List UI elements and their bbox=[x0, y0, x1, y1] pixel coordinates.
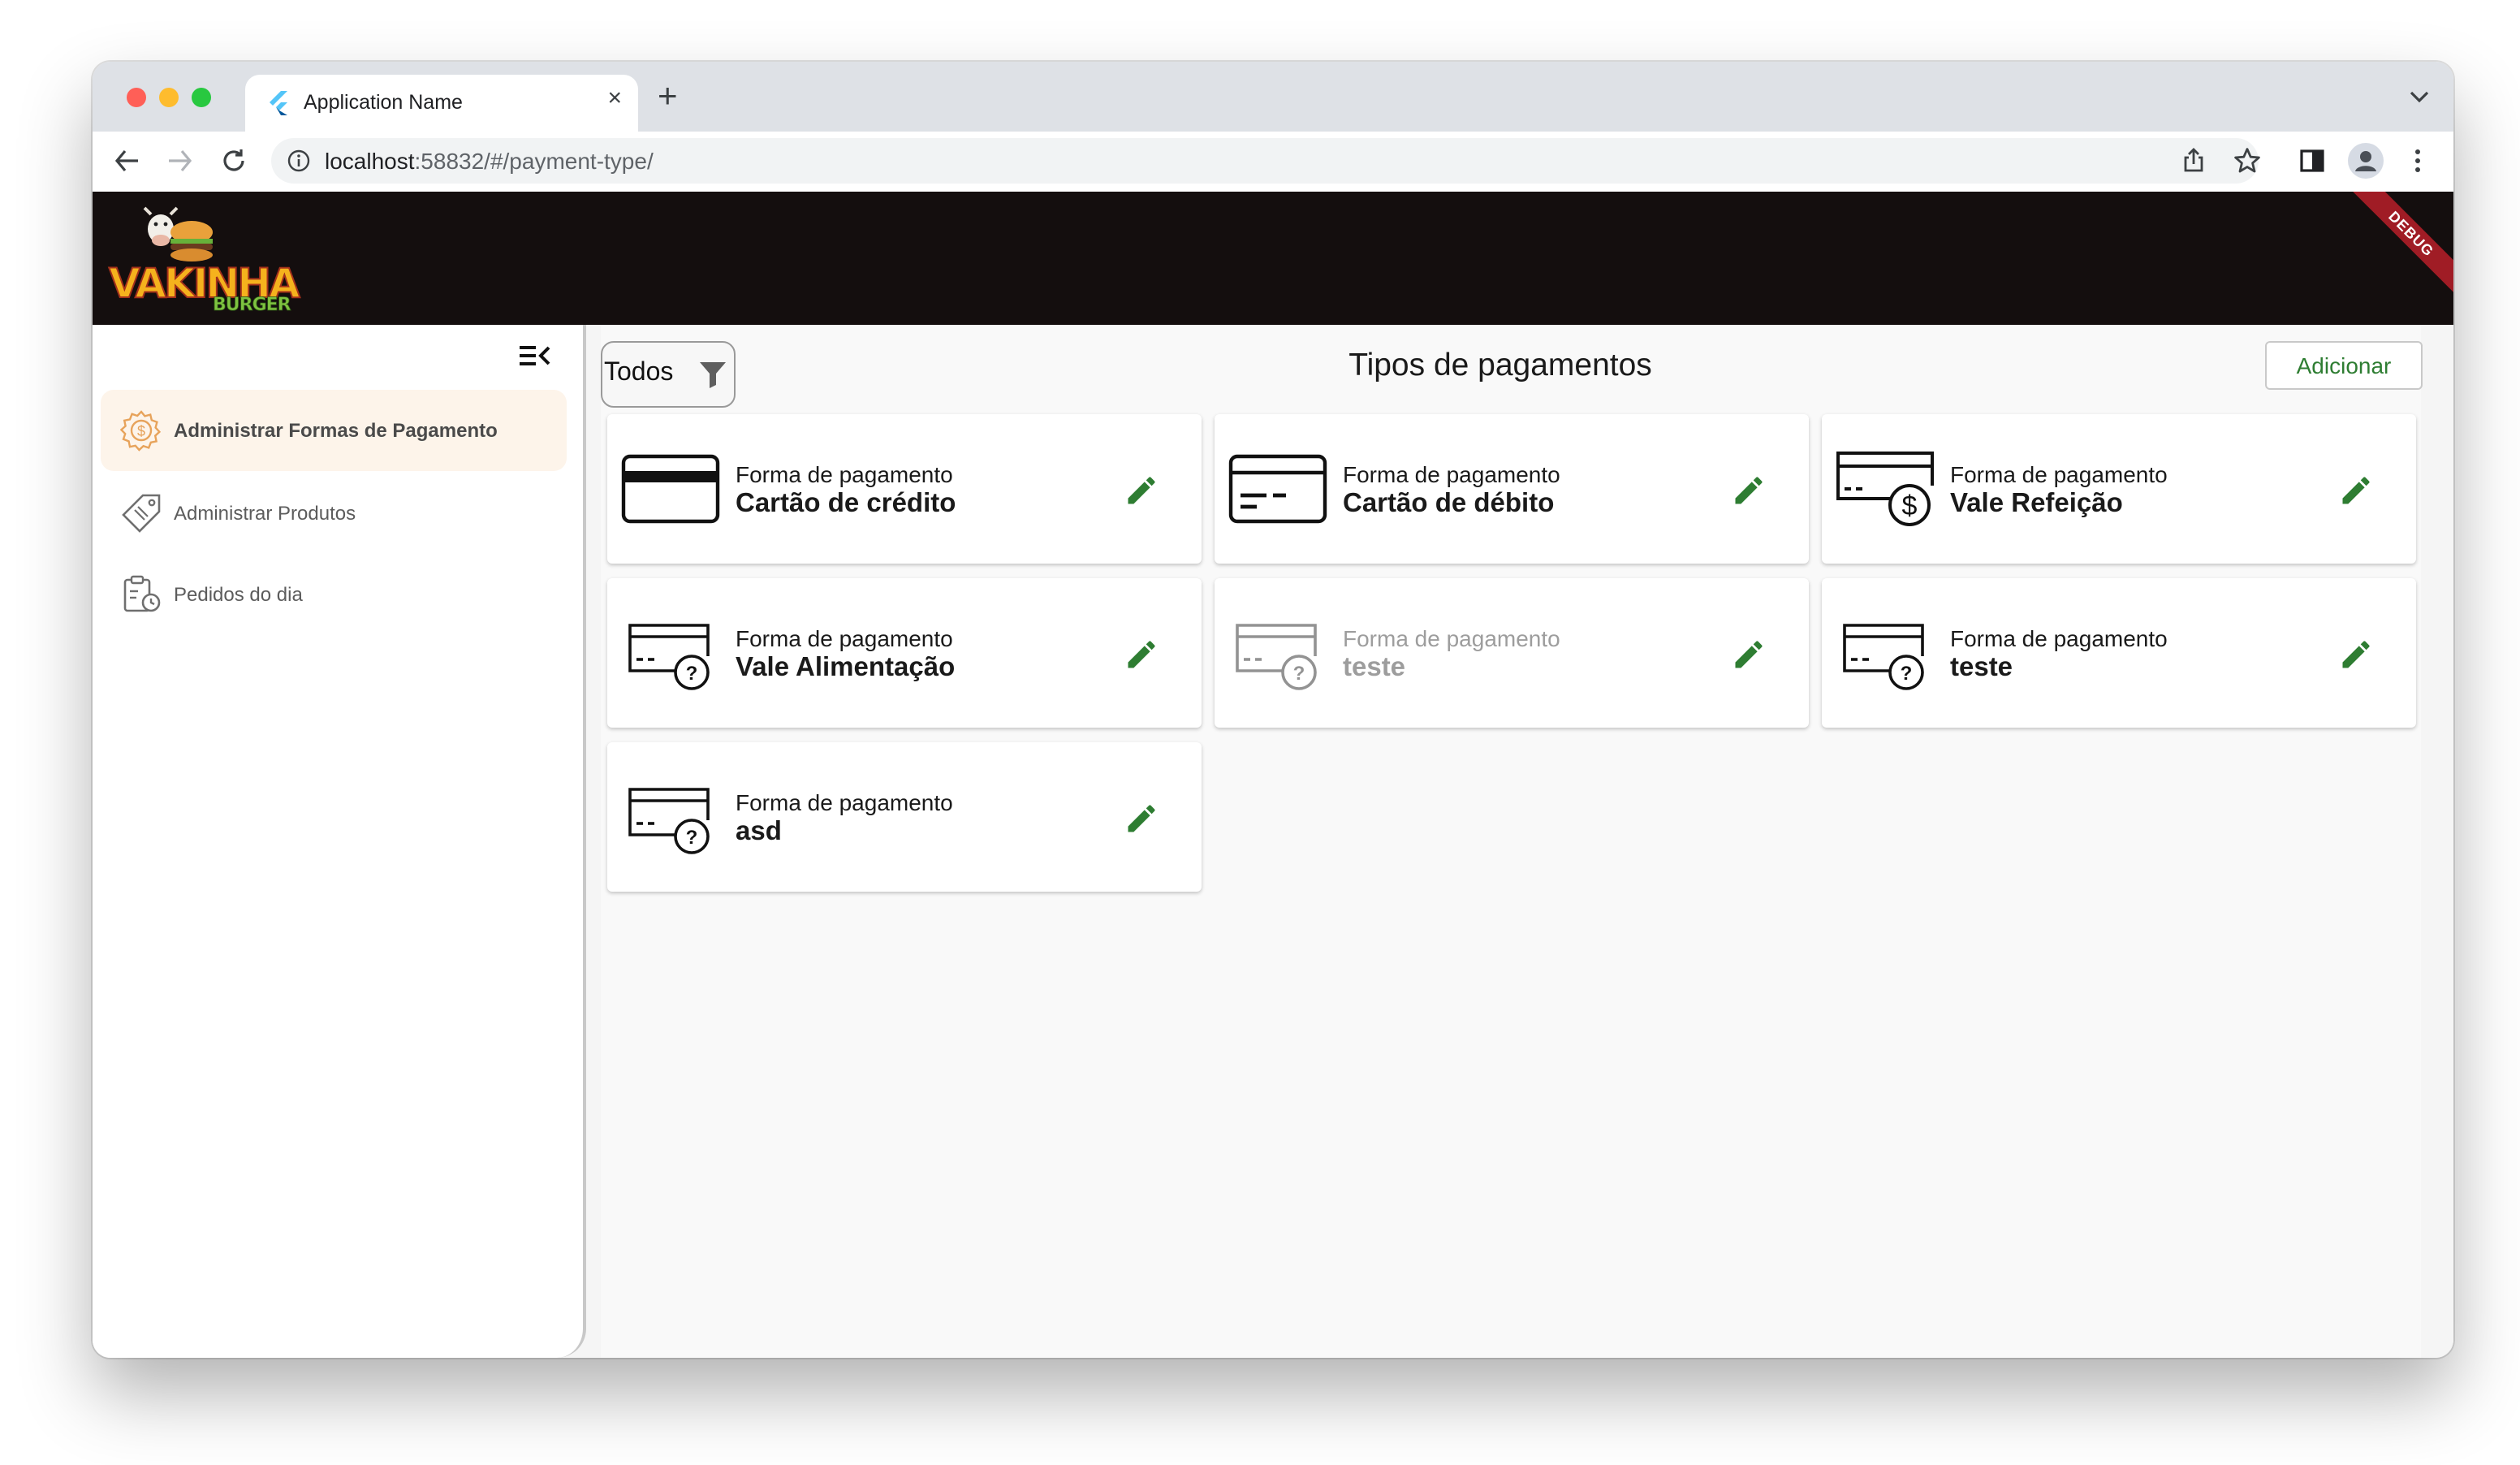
svg-text:?: ? bbox=[1901, 663, 1913, 685]
credit-card-icon bbox=[621, 454, 720, 524]
payment-settings-icon: $ bbox=[120, 410, 162, 452]
edit-pencil-icon[interactable] bbox=[1731, 473, 1767, 508]
url-text: localhost:58832/#/payment-type/ bbox=[325, 148, 654, 174]
vakinha-logo: VAKINHA BURGER bbox=[106, 205, 310, 316]
sidebar-item-produtos[interactable]: Administrar Produtos bbox=[101, 473, 567, 554]
filter-funnel-icon bbox=[700, 362, 726, 388]
reload-icon[interactable] bbox=[219, 146, 248, 175]
debit-card-icon bbox=[1228, 454, 1327, 524]
logo-subtext: BURGER bbox=[213, 294, 291, 316]
payment-card[interactable]: Forma de pagamento Cartão de débito bbox=[1215, 414, 1809, 564]
card-subtitle: Forma de pagamento bbox=[736, 625, 953, 651]
svg-text:?: ? bbox=[686, 663, 698, 685]
edit-pencil-icon[interactable] bbox=[1731, 637, 1767, 672]
profile-avatar[interactable] bbox=[2348, 143, 2384, 179]
svg-text:?: ? bbox=[1293, 663, 1305, 685]
browser-tab[interactable]: Application Name × bbox=[245, 75, 638, 132]
close-window-button[interactable] bbox=[127, 88, 146, 107]
edit-pencil-icon[interactable] bbox=[2338, 473, 2374, 508]
site-info-icon[interactable] bbox=[287, 149, 310, 172]
sidebar-item-label: Pedidos do dia bbox=[174, 583, 303, 606]
menu-collapse-icon[interactable] bbox=[518, 343, 550, 369]
edit-pencil-icon[interactable] bbox=[1124, 801, 1159, 836]
card-question-icon: ? bbox=[628, 788, 710, 854]
app-header: VAKINHA BURGER DEBUG bbox=[93, 192, 2453, 325]
card-name: asd bbox=[736, 817, 782, 846]
url-host: localhost bbox=[325, 148, 415, 174]
payment-card[interactable]: ? Forma de pagamento teste bbox=[1822, 578, 2416, 728]
edit-pencil-icon[interactable] bbox=[2338, 637, 2374, 672]
bookmark-star-icon[interactable] bbox=[2233, 146, 2262, 175]
flutter-icon bbox=[270, 91, 287, 115]
svg-text:$: $ bbox=[137, 423, 145, 439]
orders-clipboard-icon bbox=[123, 575, 161, 612]
card-subtitle: Forma de pagamento bbox=[1950, 625, 2168, 651]
card-name: Vale Alimentação bbox=[736, 653, 956, 682]
card-subtitle: Forma de pagamento bbox=[736, 461, 953, 487]
card-dollar-icon: $ bbox=[1836, 452, 1934, 526]
address-bar[interactable]: localhost:58832/#/payment-type/ bbox=[271, 138, 2259, 184]
card-question-icon: ? bbox=[1236, 624, 1317, 690]
payment-card[interactable]: ? Forma de pagamento Vale Alimentação bbox=[607, 578, 1202, 728]
add-button-label: Adicionar bbox=[2296, 352, 2392, 378]
share-icon[interactable] bbox=[2179, 146, 2208, 175]
close-tab-icon[interactable]: × bbox=[607, 84, 622, 112]
browser-window: Application Name × + localhost:58832/#/p… bbox=[93, 62, 2453, 1358]
more-vert-icon[interactable] bbox=[2403, 146, 2432, 175]
zoom-window-button[interactable] bbox=[192, 88, 211, 107]
svg-text:$: $ bbox=[1902, 490, 1918, 521]
payment-card[interactable]: $ Forma de pagamento Vale Refeição bbox=[1822, 414, 2416, 564]
url-path: :58832/#/payment-type/ bbox=[414, 148, 654, 174]
debug-banner: DEBUG bbox=[2334, 192, 2453, 311]
page-title: Tipos de pagamentos bbox=[1348, 348, 1652, 383]
card-name: teste bbox=[1950, 653, 2013, 682]
payment-card[interactable]: ? Forma de pagamento asd bbox=[607, 742, 1202, 892]
card-subtitle: Forma de pagamento bbox=[1343, 625, 1560, 651]
edit-pencil-icon[interactable] bbox=[1124, 473, 1159, 508]
edit-pencil-icon[interactable] bbox=[1124, 637, 1159, 672]
browser-toolbar: localhost:58832/#/payment-type/ bbox=[93, 132, 2453, 193]
card-name: Vale Refeição bbox=[1950, 489, 2123, 518]
chevron-down-icon[interactable] bbox=[2408, 84, 2431, 107]
side-panel-icon[interactable] bbox=[2298, 146, 2327, 175]
tab-title: Application Name bbox=[304, 91, 463, 114]
card-subtitle: Forma de pagamento bbox=[1950, 461, 2168, 487]
add-button[interactable]: Adicionar bbox=[2265, 341, 2423, 390]
forward-arrow-icon[interactable] bbox=[166, 146, 195, 175]
card-subtitle: Forma de pagamento bbox=[736, 789, 953, 815]
minimize-window-button[interactable] bbox=[159, 88, 179, 107]
card-name: Cartão de débito bbox=[1343, 489, 1555, 518]
sidebar-item-formas-de-pagamento[interactable]: $ Administrar Formas de Pagamento bbox=[101, 390, 567, 471]
filter-dropdown[interactable]: Todos bbox=[601, 341, 736, 408]
person-icon bbox=[2355, 151, 2376, 171]
sidebar-item-pedidos[interactable]: Pedidos do dia bbox=[101, 554, 567, 635]
filter-label: Todos bbox=[604, 359, 674, 387]
payment-card[interactable]: ? Forma de pagamento teste bbox=[1215, 578, 1809, 728]
back-arrow-icon[interactable] bbox=[112, 146, 141, 175]
payment-card[interactable]: Forma de pagamento Cartão de crédito bbox=[607, 414, 1202, 564]
card-question-icon: ? bbox=[628, 624, 710, 690]
app-body: $ Administrar Formas de Pagamento Admini… bbox=[93, 325, 2453, 1358]
svg-text:?: ? bbox=[686, 827, 698, 849]
card-subtitle: Forma de pagamento bbox=[1343, 461, 1560, 487]
card-question-icon: ? bbox=[1843, 624, 1924, 690]
sidebar-item-label: Administrar Produtos bbox=[174, 502, 356, 525]
sidebar-item-label: Administrar Formas de Pagamento bbox=[174, 419, 498, 442]
new-tab-button[interactable]: + bbox=[658, 80, 678, 114]
card-name: teste bbox=[1343, 653, 1406, 682]
product-tag-icon bbox=[122, 494, 161, 533]
card-name: Cartão de crédito bbox=[736, 489, 956, 518]
sidebar: $ Administrar Formas de Pagamento Admini… bbox=[93, 325, 586, 1358]
tab-strip: Application Name × + bbox=[93, 62, 2453, 132]
